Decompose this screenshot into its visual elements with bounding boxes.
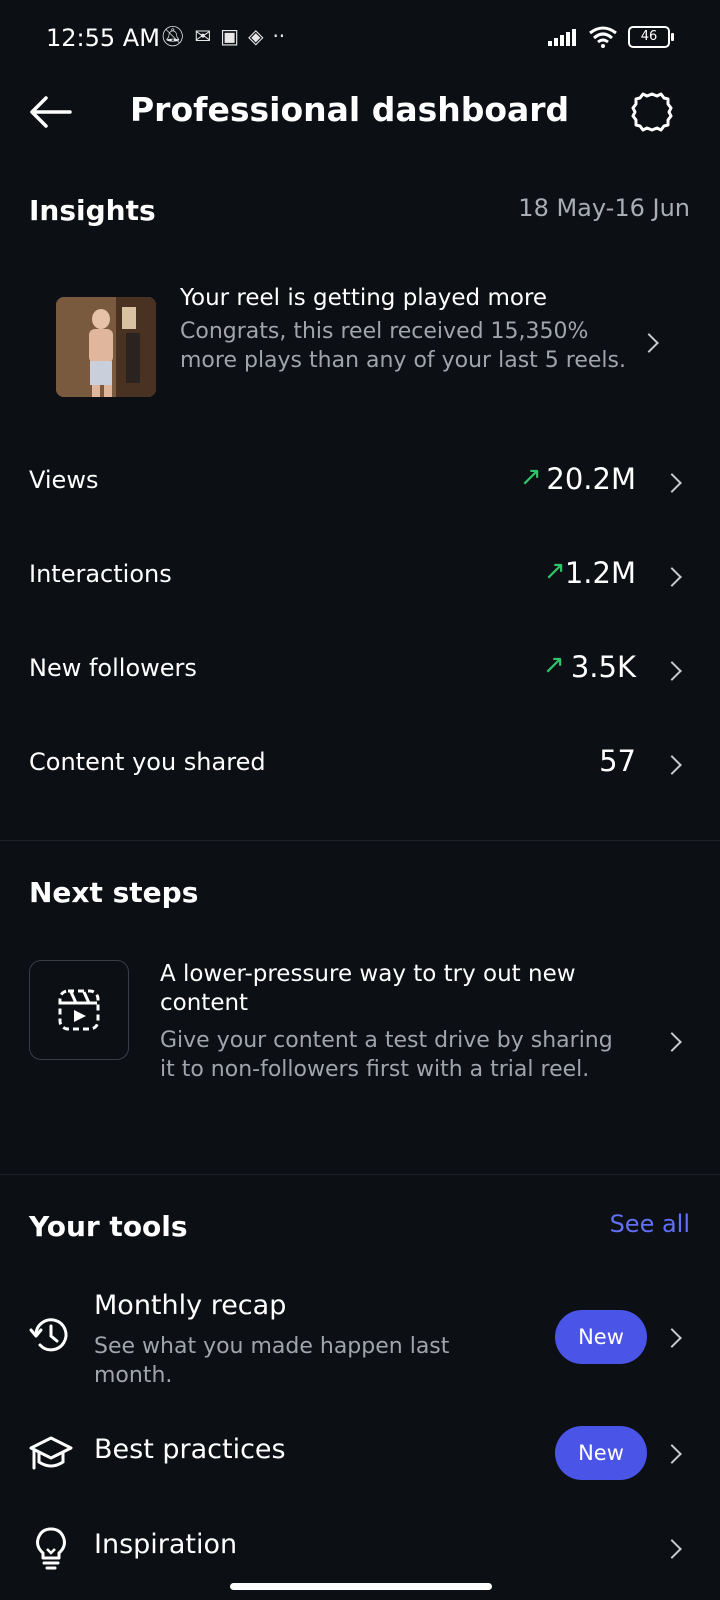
insights-title: Insights [29, 194, 156, 227]
reel-insight-description: Congrats, this reel received 15,350% mor… [180, 319, 626, 373]
more-dots-icon: ·· [272, 24, 286, 48]
section-divider [0, 1174, 720, 1175]
new-badge: New [555, 1426, 647, 1480]
next-steps-title: Next steps [29, 876, 199, 909]
metric-label: New followers [29, 654, 197, 682]
chevron-right-icon [662, 1444, 682, 1464]
mail-icon: ✉︎ [194, 24, 212, 48]
app-v-icon: ▣ [220, 24, 240, 48]
gear-icon [631, 92, 673, 132]
metric-row-new-followers[interactable]: New followers ↗ 3.5K [0, 640, 720, 700]
metric-label: Content you shared [29, 748, 266, 776]
chevron-right-icon [662, 473, 682, 493]
chevron-right-icon [662, 1328, 682, 1348]
lightbulb-icon [28, 1525, 74, 1571]
history-icon [28, 1312, 74, 1358]
metric-row-content-shared[interactable]: Content you shared 57 [0, 734, 720, 794]
reel-insight-card[interactable]: Your reel is getting played more Congrat… [56, 285, 696, 415]
reel-insight-title: Your reel is getting played more [180, 285, 548, 311]
trend-up-icon: ↗ [544, 556, 566, 586]
wifi-icon [589, 26, 617, 48]
header: Professional dashboard [0, 80, 720, 144]
battery-indicator: 46 [628, 26, 674, 48]
chevron-right-icon [639, 333, 659, 353]
your-tools-title: Your tools [29, 1210, 188, 1243]
system-icons: 46 [548, 26, 674, 48]
tool-inspiration[interactable]: Inspiration [0, 1515, 720, 1585]
status-time: 12:55 AM [46, 24, 160, 52]
chevron-right-icon [662, 1032, 682, 1052]
settings-button[interactable] [630, 90, 674, 134]
chevron-right-icon [662, 1539, 682, 1559]
bell-muted-icon: 🔕︎ [160, 24, 186, 48]
metric-value: 20.2M [546, 462, 636, 496]
tool-description: See what you made happen last month. [94, 1334, 450, 1388]
signal-icon [548, 29, 576, 46]
back-arrow-icon [30, 96, 72, 128]
trial-reel-description: Give your content a test drive by sharin… [160, 1028, 613, 1082]
section-divider [0, 840, 720, 841]
metric-value: 57 [599, 744, 636, 778]
diamond-icon: ◈ [248, 24, 264, 48]
chevron-right-icon [662, 755, 682, 775]
date-range[interactable]: 18 May-16 Jun [518, 194, 690, 222]
metric-row-views[interactable]: Views ↗ 20.2M [0, 452, 720, 512]
graduation-cap-icon [28, 1430, 74, 1476]
trial-reel-icon-box [29, 960, 129, 1060]
metric-value: 3.5K [570, 650, 636, 684]
trend-up-icon: ↗ [543, 650, 565, 680]
chevron-right-icon [662, 661, 682, 681]
home-indicator[interactable] [230, 1583, 492, 1590]
metric-label: Interactions [29, 560, 172, 588]
metric-label: Views [29, 466, 99, 494]
see-all-link[interactable]: See all [610, 1210, 690, 1238]
trend-up-icon: ↗ [520, 462, 542, 492]
metric-value: 1.2M [564, 556, 636, 590]
page-title: Professional dashboard [130, 90, 570, 129]
trial-reel-card[interactable]: A lower-pressure way to try out new cont… [0, 940, 720, 1110]
status-bar: 12:55 AM 🔕︎ ✉︎ ▣ ◈ ·· 46 [0, 0, 720, 80]
notification-icons: 🔕︎ ✉︎ ▣ ◈ ·· [160, 24, 285, 48]
tool-title: Best practices [94, 1434, 286, 1465]
back-button[interactable] [26, 90, 74, 134]
metric-row-interactions[interactable]: Interactions ↗ 1.2M [0, 546, 720, 606]
chevron-right-icon [662, 567, 682, 587]
tool-title: Monthly recap [94, 1290, 287, 1321]
tool-monthly-recap[interactable]: Monthly recap See what you made happen l… [0, 1290, 720, 1390]
tool-title: Inspiration [94, 1529, 238, 1560]
new-badge: New [555, 1310, 647, 1364]
trial-reel-icon [58, 989, 100, 1031]
reel-thumbnail [56, 297, 156, 397]
tool-best-practices[interactable]: Best practices New [0, 1420, 720, 1490]
trial-reel-title: A lower-pressure way to try out new cont… [160, 961, 576, 1016]
